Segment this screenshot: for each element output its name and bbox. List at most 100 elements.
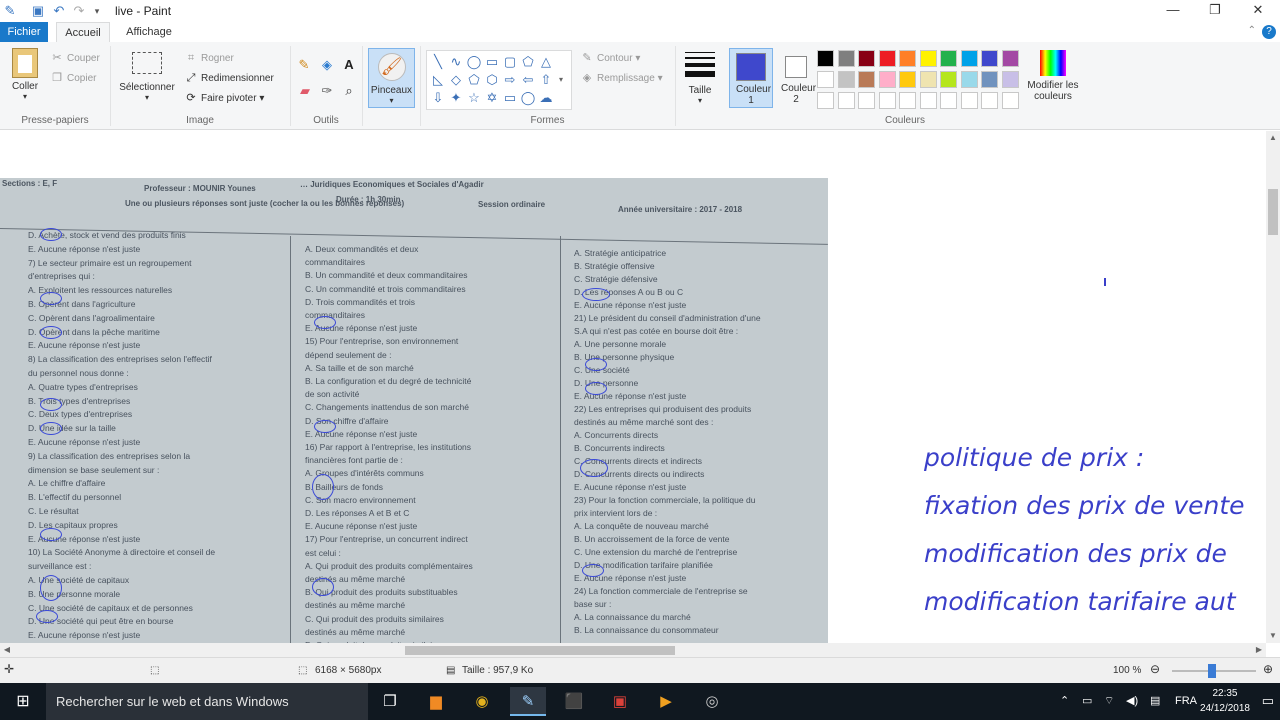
palette-swatch[interactable] [837,71,855,88]
palette-swatch[interactable] [878,71,896,88]
four-point-star-shape-icon[interactable]: ✦ [447,89,465,107]
five-point-star-shape-icon[interactable]: ☆ [465,89,483,107]
size-button[interactable]: Taille ▾ [680,50,720,105]
magnifier-icon[interactable]: ⌕ [340,82,358,100]
pencil-icon[interactable]: ✎ [295,56,313,74]
palette-swatch[interactable] [878,50,896,67]
collapse-ribbon-icon[interactable]: ⌃ [1248,25,1256,36]
language-indicator[interactable]: FRA [1175,683,1197,720]
rectangle-shape-icon[interactable]: ▭ [483,53,501,71]
triangle-shape-icon[interactable]: △ [537,53,555,71]
battery-icon[interactable]: ▭ [1082,683,1092,720]
redo-icon[interactable]: ↷ [71,3,87,19]
canvas-workspace[interactable]: Sections : E, F Professeur : MOUNIR Youn… [0,131,1266,643]
palette-swatch[interactable] [981,92,998,109]
scroll-left-icon[interactable]: ◀ [0,643,14,657]
resize-button[interactable]: ⤢ Redimensionner [184,69,274,87]
palette-swatch[interactable] [817,92,834,109]
brushes-button[interactable]: 🖌 Pinceaux ▾ [368,48,415,108]
outline-button[interactable]: ✎ Contour ▾ [580,49,640,67]
text-tool-icon[interactable]: A [340,56,358,74]
scroll-up-icon[interactable]: ▲ [1266,131,1280,145]
color2-button[interactable]: Couleur 2 [774,48,818,108]
vertical-scroll-thumb[interactable] [1268,189,1278,235]
line-shape-icon[interactable]: ╲ [429,53,447,71]
volume-icon[interactable]: ◀) [1126,683,1138,720]
zoom-in-icon[interactable]: ⊕ [1263,662,1273,676]
help-icon[interactable]: ? [1262,25,1276,39]
polygon-shape-icon[interactable]: ⬠ [519,53,537,71]
horizontal-scroll-thumb[interactable] [405,646,675,655]
up-arrow-shape-icon[interactable]: ⇧ [537,71,555,89]
save-icon[interactable]: ▣ [30,3,46,19]
palette-swatch[interactable] [919,71,937,88]
hexagon-shape-icon[interactable]: ⬡ [483,71,501,89]
right-arrow-shape-icon[interactable]: ⇨ [501,71,519,89]
palette-swatch[interactable] [817,50,834,67]
palette-swatch[interactable] [858,50,875,67]
left-arrow-shape-icon[interactable]: ⇦ [519,71,537,89]
palette-swatch[interactable] [960,92,978,109]
oval-shape-icon[interactable]: ◯ [465,53,483,71]
callout-oval-shape-icon[interactable]: ◯ [519,89,537,107]
eraser-icon[interactable]: ▰ [296,82,314,100]
palette-swatch[interactable] [960,71,978,88]
close-button[interactable]: ✕ [1236,0,1280,22]
palette-swatch[interactable] [858,92,875,109]
task-view-icon[interactable]: ❐ [372,687,408,716]
pentagon-shape-icon[interactable]: ⬠ [465,71,483,89]
palette-swatch[interactable] [899,71,916,88]
copy-button[interactable]: ❐ Copier [50,69,96,87]
palette-swatch[interactable] [899,50,916,67]
horizontal-scrollbar[interactable]: ◀ ▶ [0,643,1266,657]
palette-swatch[interactable] [919,92,937,109]
palette-swatch[interactable] [919,50,937,67]
tray-expand-icon[interactable]: ⌃ [1060,683,1069,720]
file-explorer-icon[interactable]: ▆ [418,687,454,716]
zoom-slider-thumb[interactable] [1208,664,1216,678]
windows-start-icon[interactable]: ⊞ [0,683,46,720]
palette-swatch[interactable] [960,50,978,67]
curve-shape-icon[interactable]: ∿ [447,53,465,71]
tab-home[interactable]: Accueil [56,22,110,42]
palette-swatch[interactable] [878,92,896,109]
quick-access-dropdown-icon[interactable]: ▾ [89,3,105,19]
fill-bucket-icon[interactable]: ◈ [318,56,336,74]
network-icon[interactable]: ⌔ [1104,683,1114,720]
palette-swatch[interactable] [1001,50,1019,67]
keyboard-icon[interactable]: ▤ [1150,683,1160,720]
tab-file[interactable]: Fichier [0,22,48,42]
undo-icon[interactable]: ↶ [51,3,67,19]
palette-swatch[interactable] [858,71,875,88]
palette-swatch[interactable] [837,92,855,109]
fill-button[interactable]: ◈ Remplissage ▾ [580,69,663,87]
vertical-scrollbar[interactable]: ▲ ▼ [1266,131,1280,643]
cut-button[interactable]: ✂ Couper [50,49,99,67]
notifications-icon[interactable]: ▭ [1262,693,1274,709]
powerpoint-icon[interactable]: ▣ [602,687,638,716]
restore-button[interactable]: ❐ [1193,0,1237,22]
palette-swatch[interactable] [981,50,998,67]
crop-button[interactable]: ⌗ Rogner [184,49,234,67]
paint-taskbar-icon[interactable]: ✎ [510,687,546,716]
down-arrow-shape-icon[interactable]: ⇩ [429,89,447,107]
palette-swatch[interactable] [837,50,855,67]
app-icon[interactable]: ◎ [694,687,730,716]
rotate-button[interactable]: ⟳ Faire pivoter ▾ [184,89,264,107]
shapes-more-icon[interactable]: ▾ [559,75,563,84]
paste-button[interactable]: Coller ▾ [6,48,44,101]
scroll-down-icon[interactable]: ▼ [1266,629,1280,643]
palette-swatch[interactable] [1001,92,1019,109]
palette-swatch[interactable] [940,92,957,109]
tab-view[interactable]: Affichage [118,22,180,42]
clock[interactable]: 22:35 24/12/2018 [1200,686,1250,716]
palette-swatch[interactable] [1001,71,1019,88]
minimize-button[interactable]: — [1151,0,1195,22]
callout-rect-shape-icon[interactable]: ▭ [501,89,519,107]
select-button[interactable]: Sélectionner ▾ [116,48,178,102]
color-picker-icon[interactable]: ✑ [318,82,336,100]
right-triangle-shape-icon[interactable]: ◺ [429,71,447,89]
palette-swatch[interactable] [940,50,957,67]
palette-swatch[interactable] [899,92,916,109]
zoom-out-icon[interactable]: ⊖ [1150,662,1160,676]
